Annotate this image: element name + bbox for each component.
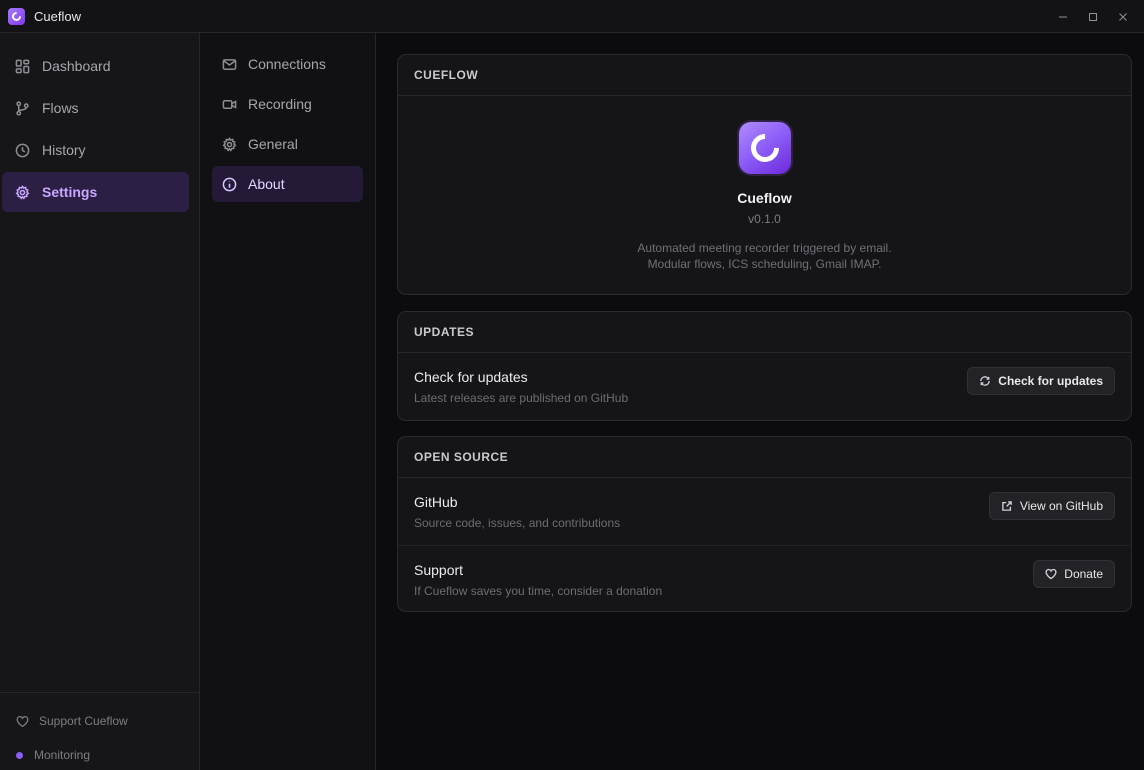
check-for-updates-label: Check for updates — [998, 374, 1103, 388]
sidebar-divider — [0, 692, 199, 693]
view-on-github-button[interactable]: View on GitHub — [988, 492, 1115, 520]
donate-label: Donate — [1064, 567, 1103, 581]
updates-subtitle: Latest releases are published on GitHub — [414, 391, 629, 405]
title-bar: Cueflow — [0, 0, 1144, 33]
window-title: Cueflow — [34, 8, 81, 24]
sidebar: Dashboard Flows History Settings Support… — [0, 33, 200, 770]
about-card: CUEFLOW Cueflow v0.1.0 Automated meeting… — [397, 54, 1132, 295]
sidebar-item-settings[interactable]: Settings — [2, 172, 189, 212]
support-title: Support — [414, 562, 464, 578]
support-cueflow-link[interactable]: Support Cueflow — [16, 714, 128, 728]
updates-row: Check for updates Latest releases are pu… — [398, 353, 1131, 420]
support-row: Support If Cueflow saves you time, consi… — [398, 545, 1131, 611]
external-link-icon — [1002, 501, 1012, 511]
video-icon — [222, 99, 237, 109]
clock-icon — [14, 142, 30, 158]
window-controls — [1048, 0, 1144, 33]
close-icon — [1119, 12, 1127, 21]
donate-button[interactable]: Donate — [1033, 560, 1115, 588]
settings-nav-label: General — [248, 136, 298, 152]
settings-nav-recording[interactable]: Recording — [212, 86, 363, 122]
settings-nav-label: About — [248, 176, 285, 192]
settings-nav-label: Recording — [248, 96, 312, 112]
app-description: Automated meeting recorder triggered by … — [398, 240, 1131, 272]
settings-nav-general[interactable]: General — [212, 126, 363, 162]
maximize-button[interactable] — [1078, 0, 1108, 33]
gear-icon — [222, 136, 237, 152]
support-cueflow-label: Support Cueflow — [39, 714, 128, 728]
about-body: Cueflow v0.1.0 Automated meeting recorde… — [398, 96, 1131, 294]
sidebar-item-history[interactable]: History — [2, 130, 189, 170]
github-row: GitHub Source code, issues, and contribu… — [398, 478, 1131, 545]
settings-nav: Connections Recording General About — [200, 33, 376, 770]
dashboard-icon — [14, 58, 30, 74]
heart-icon — [1045, 568, 1057, 580]
main-content: CUEFLOW Cueflow v0.1.0 Automated meeting… — [377, 33, 1144, 770]
settings-nav-about[interactable]: About — [212, 166, 363, 202]
sidebar-item-label: Dashboard — [42, 58, 111, 74]
info-icon — [222, 177, 237, 191]
open-source-card-header: OPEN SOURCE — [398, 437, 1131, 478]
updates-card: UPDATES Check for updates Latest release… — [397, 311, 1132, 421]
sidebar-item-label: Flows — [42, 100, 79, 116]
sidebar-item-flows[interactable]: Flows — [2, 88, 189, 128]
app-logo-icon — [8, 7, 25, 25]
flows-icon — [14, 100, 30, 116]
settings-nav-connections[interactable]: Connections — [212, 46, 363, 82]
updates-title: Check for updates — [414, 369, 528, 385]
sidebar-item-dashboard[interactable]: Dashboard — [2, 46, 189, 86]
sidebar-item-label: History — [42, 142, 86, 158]
app-name: Cueflow — [737, 190, 792, 206]
check-for-updates-button[interactable]: Check for updates — [967, 367, 1115, 395]
minimize-button[interactable] — [1048, 0, 1078, 33]
app-description-line: Modular flows, ICS scheduling, Gmail IMA… — [647, 257, 882, 271]
github-title: GitHub — [414, 494, 458, 510]
gear-icon — [14, 184, 30, 200]
close-button[interactable] — [1108, 0, 1138, 33]
monitoring-status: Monitoring — [16, 748, 90, 762]
maximize-icon — [1089, 12, 1097, 21]
refresh-icon — [980, 376, 991, 386]
open-source-card: OPEN SOURCE GitHub Source code, issues, … — [397, 436, 1132, 612]
mail-icon — [222, 58, 237, 70]
about-card-header: CUEFLOW — [398, 55, 1131, 96]
support-subtitle: If Cueflow saves you time, consider a do… — [414, 584, 663, 598]
app-version: v0.1.0 — [748, 212, 781, 226]
settings-nav-label: Connections — [248, 56, 326, 72]
github-subtitle: Source code, issues, and contributions — [414, 516, 621, 530]
monitoring-status-label: Monitoring — [34, 748, 91, 762]
sidebar-item-label: Settings — [42, 184, 98, 200]
view-on-github-label: View on GitHub — [1019, 499, 1103, 513]
minimize-icon — [1059, 16, 1067, 17]
cueflow-logo-icon — [739, 122, 791, 174]
updates-card-header: UPDATES — [398, 312, 1131, 353]
heart-icon — [16, 715, 29, 727]
status-dot-icon — [16, 751, 23, 759]
app-description-line: Automated meeting recorder triggered by … — [637, 241, 892, 255]
